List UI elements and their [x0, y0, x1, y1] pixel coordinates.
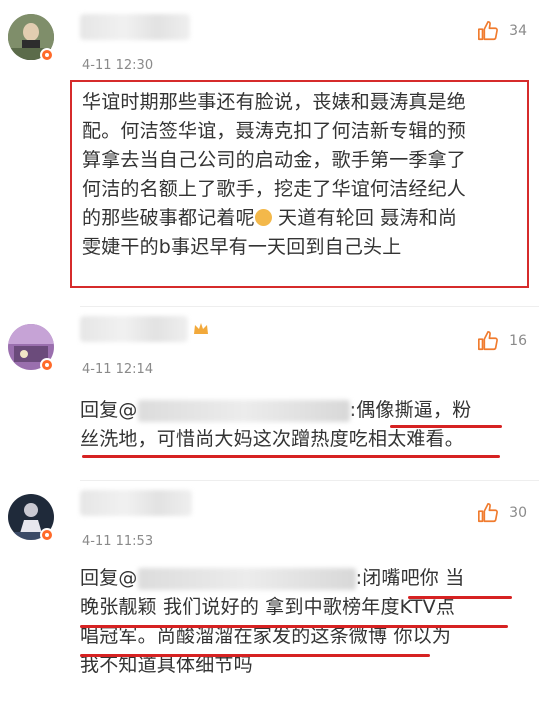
- comment-item: 4-11 11:53 30 回复@:闭嘴吧你 当 晚张靓颖 我们说好的 拿到中歌…: [0, 484, 539, 702]
- comment-line: 回复@ :偶像撕逼，粉: [80, 396, 510, 425]
- comment-segment: 天道有轮回 聂涛和尚: [271, 207, 458, 229]
- reply-prefix: 回复@: [80, 399, 138, 421]
- thumbs-up-icon: [478, 331, 499, 351]
- like-count: 16: [509, 333, 527, 349]
- mention-blurred[interactable]: [137, 399, 350, 422]
- mention-blurred[interactable]: [137, 567, 356, 590]
- divider: [80, 306, 539, 307]
- comment-text: 回复@:闭嘴吧你 当 晚张靓颖 我们说好的 拿到中歌榜年度KTV点 唱冠军。尚酸…: [80, 564, 510, 680]
- red-underline: [80, 654, 430, 657]
- like-count: 30: [509, 505, 527, 521]
- divider: [80, 480, 539, 481]
- comment-text: 华谊时期那些事还有脸说，丧婊和聂涛真是绝 配。何洁签华谊，聂涛克扣了何洁新专辑的…: [82, 88, 512, 262]
- comment-line: 的那些破事都记着呢 天道有轮回 聂涛和尚: [82, 204, 512, 233]
- red-underline: [408, 596, 512, 599]
- reply-prefix: 回复@: [80, 567, 138, 589]
- verified-badge-icon: [40, 48, 54, 62]
- like-count: 34: [509, 23, 527, 39]
- comment-line: 何洁的名额上了歌手，挖走了华谊何洁经纪人: [82, 178, 467, 200]
- comment-segment: :偶像撕逼，粉: [349, 399, 472, 421]
- thumbs-up-icon: [478, 503, 499, 523]
- username-blurred[interactable]: [80, 490, 192, 516]
- red-underline: [82, 455, 500, 458]
- comment-line: 配。何洁签华谊，聂涛克扣了何洁新专辑的预: [82, 120, 467, 142]
- crown-badge-icon: [194, 323, 208, 334]
- sad-face-emoji-icon: [254, 209, 272, 226]
- verified-badge-icon: [40, 528, 54, 542]
- verified-badge-icon: [40, 358, 54, 372]
- comment-line: 算拿去当自己公司的启动金，歌手第一季拿了: [82, 149, 467, 171]
- thumbs-up-icon: [478, 21, 499, 41]
- comment-item: 4-11 12:30 34 华谊时期那些事还有脸说，丧婊和聂涛真是绝 配。何洁签…: [0, 0, 539, 300]
- red-underline: [80, 625, 508, 628]
- comment-line: 华谊时期那些事还有脸说，丧婊和聂涛真是绝: [82, 91, 467, 113]
- comment-timestamp: 4-11 12:14: [82, 362, 154, 377]
- comment-segment: :闭嘴吧你 当: [355, 567, 465, 589]
- username-blurred[interactable]: [80, 316, 188, 342]
- like-button[interactable]: 16: [477, 330, 527, 352]
- comment-line: 雯婕干的b事迟早有一天回到自己头上: [82, 236, 402, 258]
- like-button[interactable]: 30: [477, 502, 527, 524]
- comment-line: 回复@ :闭嘴吧你 当: [80, 564, 510, 593]
- comment-segment: 的那些破事都记着呢: [82, 207, 255, 229]
- comment-item: 4-11 12:14 16 回复@ :偶像撕逼，粉 丝洗地，可惜尚大妈这次蹭热度吃…: [0, 310, 539, 475]
- comment-timestamp: 4-11 11:53: [82, 534, 154, 549]
- like-button[interactable]: 34: [477, 20, 527, 42]
- comment-timestamp: 4-11 12:30: [82, 58, 154, 73]
- username-blurred[interactable]: [80, 14, 190, 40]
- red-underline: [390, 425, 502, 428]
- comment-line: 丝洗地，可惜尚大妈这次蹭热度吃相太难看。: [80, 428, 465, 450]
